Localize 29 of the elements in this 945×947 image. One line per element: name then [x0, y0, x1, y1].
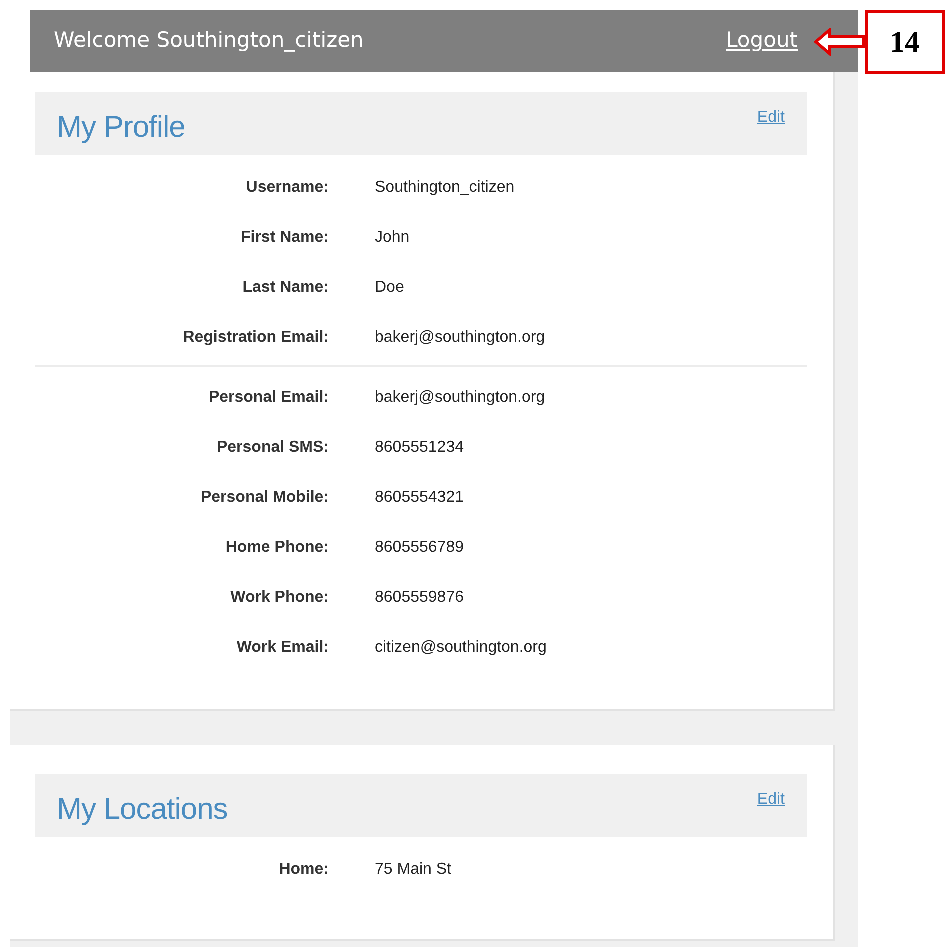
field-label: Personal SMS:	[216, 438, 329, 458]
field-value: 8605554321	[375, 488, 464, 508]
field-value: Doe	[375, 278, 404, 298]
field-value: bakerj@southington.org	[375, 388, 546, 408]
field-value: Southington_citizen	[375, 178, 515, 198]
edit-link[interactable]: Edit	[757, 106, 785, 130]
field-label: Work Phone:	[230, 588, 329, 608]
section-title: My Locations	[57, 792, 228, 828]
edit-link[interactable]: Edit	[757, 788, 785, 812]
field-label: Work Email:	[236, 638, 329, 658]
logout-link[interactable]: Logout	[726, 25, 798, 57]
field-value: John	[375, 228, 410, 248]
field-value: 8605556789	[375, 538, 464, 558]
callout-number: 14	[890, 24, 920, 60]
field-label: Home:	[278, 860, 329, 880]
field-label: First Name:	[240, 228, 329, 248]
field-value: bakerj@southington.org	[375, 328, 546, 348]
field-value: 75 Main St	[375, 860, 452, 880]
field-label: Registration Email:	[182, 328, 329, 348]
field-label: Personal Email:	[208, 388, 329, 408]
field-value: citizen@southington.org	[375, 638, 547, 658]
field-label: Last Name:	[242, 278, 329, 298]
field-label: Personal Mobile:	[200, 488, 329, 508]
welcome-text: Welcome Southington_citizen	[54, 27, 364, 54]
section-title: My Profile	[57, 110, 186, 146]
field-value: 8605559876	[375, 588, 464, 608]
field-label: Home Phone:	[224, 538, 329, 558]
field-label: Username:	[245, 178, 329, 198]
field-value: 8605551234	[375, 438, 464, 458]
